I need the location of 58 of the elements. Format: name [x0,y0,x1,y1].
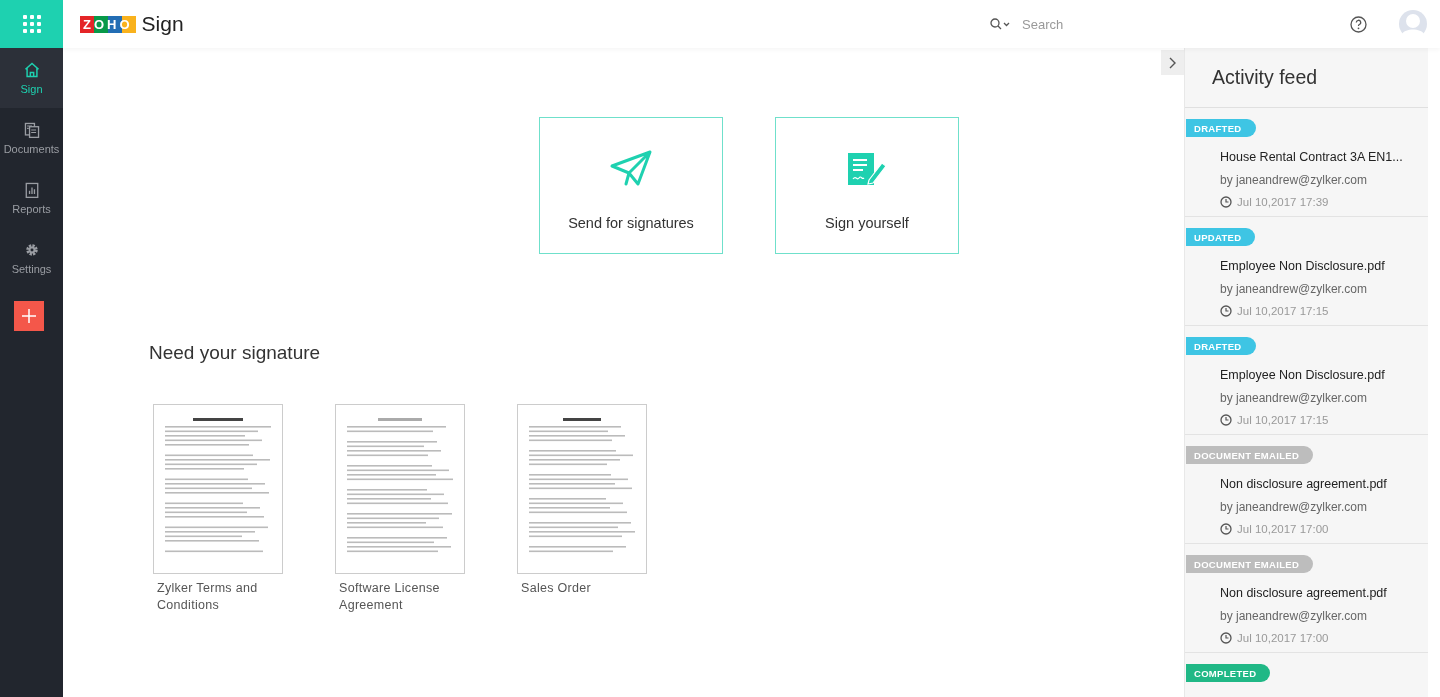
clock-icon [1220,305,1232,317]
app-grid-icon[interactable] [22,15,41,33]
status-tag: DOCUMENT EMAILED [1186,446,1314,464]
clock-icon [1220,414,1232,426]
document-title: Employee Non Disclosure.pdf [1220,259,1386,273]
document-title: Non disclosure agreement.pdf [1220,586,1388,600]
clock-icon [1220,632,1232,644]
author-text: by janeandrew@zylker.com [1220,173,1368,187]
document-title: House Rental Contract 3A EN1... [1220,150,1404,164]
chevron-right-icon [1168,56,1177,69]
section-heading: Need your signature [149,342,322,364]
document-name[interactable]: Zylker Terms and Conditions [153,580,283,614]
author-text: by janeandrew@zylker.com [1220,500,1368,514]
documents-icon [22,121,41,139]
avatar-icon[interactable] [1399,10,1427,38]
document-thumbnail[interactable] [153,404,283,574]
collapse-panel-button[interactable] [1161,50,1184,75]
timestamp: Jul 10,2017 17:15 [1237,305,1329,317]
document-title: Non disclosure agreement.pdf [1220,477,1388,491]
timestamp: Jul 10,2017 17:15 [1237,414,1329,426]
timestamp: Jul 10,2017 17:00 [1237,523,1329,535]
status-tag: UPDATED [1186,228,1256,246]
clock-icon [1220,196,1232,208]
sidebar-item[interactable]: Sign [0,48,63,108]
action-card[interactable]: Send for signatures [539,117,723,254]
paper-plane-icon [610,150,652,187]
timestamp: Jul 10,2017 17:00 [1237,632,1329,644]
feed-item[interactable]: DRAFTED Employee Non Disclosure.pdf by janeandrew@zylker.com Jul 10,2017 17:15 [1185,326,1428,435]
search-icon[interactable] [990,18,1010,30]
sidebar-item[interactable]: Reports [0,168,63,228]
feed-item[interactable]: DOCUMENT EMAILED Non disclosure agreement.pdf by janeandrew@zylker.com Jul 10,2017 17:00 [1185,544,1428,653]
document-thumbnail[interactable] [335,404,465,574]
document-pen-icon [846,150,888,187]
action-card[interactable]: Sign yourself [775,117,959,254]
status-tag: DRAFTED [1186,119,1256,137]
feed-item[interactable]: DRAFTED House Rental Contract 3A EN1... by janeandrew@zylker.com Jul 10,2017 17:39 [1185,108,1428,217]
status-tag: DRAFTED [1186,337,1256,355]
sidebar-item[interactable]: Settings [0,228,63,288]
feed-item[interactable]: DOCUMENT EMAILED Non disclosure agreement.pdf by janeandrew@zylker.com Jul 10,2017 17:00 [1185,435,1428,544]
author-text: by janeandrew@zylker.com [1220,609,1368,623]
document-title: Employee Non Disclosure.pdf [1220,368,1386,382]
panel-title: Activity feed [1185,48,1428,108]
home-icon [22,61,41,79]
author-text: by janeandrew@zylker.com [1220,282,1368,296]
product-name: Sign [141,12,184,36]
plus-icon [22,309,36,323]
status-tag: DOCUMENT EMAILED [1186,555,1314,573]
add-button[interactable] [14,301,44,331]
help-icon[interactable] [1350,15,1367,33]
clock-icon [1220,523,1232,535]
status-tag: COMPLETED [1186,664,1271,682]
document-thumbnail[interactable] [517,404,647,574]
document-name[interactable]: Software License Agreement [335,580,465,614]
document-name[interactable]: Sales Order [517,580,647,597]
timestamp: Jul 10,2017 17:39 [1237,196,1329,208]
sidebar-item[interactable]: Documents [0,108,63,168]
author-text: by janeandrew@zylker.com [1220,391,1368,405]
feed-item[interactable]: UPDATED Employee Non Disclosure.pdf by janeandrew@zylker.com Jul 10,2017 17:15 [1185,217,1428,326]
